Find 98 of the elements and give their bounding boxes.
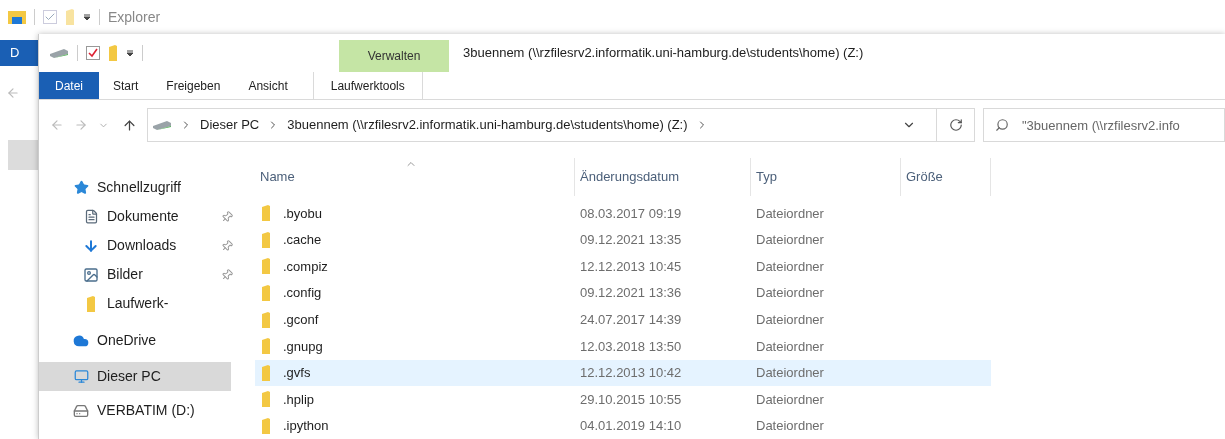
caret-icon[interactable] [83,13,91,21]
folder-icon [261,418,271,435]
file-name: .byobu [283,204,323,223]
context-tab-header: Verwalten [339,40,449,72]
file-row[interactable]: .gnupg 12.03.2018 13:50 Dateiordner [255,332,991,360]
date-cell-text: 12.12.2013 10:45 [579,257,683,276]
folder-icon [261,231,271,248]
file-name: .compiz [283,257,328,276]
file-name: .hplip [283,390,315,409]
type-cell-text: Dateiordner [755,337,825,356]
caret-icon[interactable] [126,49,134,57]
file-row[interactable]: .ipython 04.01.2019 14:10 Dateiordner [255,412,991,439]
properties-icon[interactable] [86,46,100,60]
folder-icon [261,205,271,222]
date-cell-text: 08.03.2017 09:19 [579,204,683,223]
file-row[interactable]: .config 09.12.2021 13:36 Dateiordner [255,279,991,307]
file-row[interactable]: .gvfs 12.12.2013 10:42 Dateiordner [255,359,991,387]
checkmark-icon[interactable] [43,10,57,24]
type-cell-text: Dateiordner [755,284,825,303]
file-name: .config [283,284,322,303]
back-arrow-icon[interactable] [6,86,20,100]
address-bar[interactable]: Dieser PC 3buennem (\\rzfilesrv2.informatik.uni-hamburg.de\students\home) (Z:) [147,108,975,142]
type-cell-text: Dateiordner [755,257,825,276]
file-name: .ipython [283,417,329,436]
pictures-icon [83,266,99,283]
file-row[interactable]: .compiz 12.12.2013 10:45 Dateiordner [255,253,991,280]
file-name: .gvfs [283,364,311,383]
window-title: Explorer [108,7,161,27]
sidebar-item[interactable]: Downloads [49,231,241,260]
date-cell-text: 04.01.2019 14:10 [579,417,683,436]
star-icon [73,180,89,195]
type-cell-text: Dateiordner [755,231,825,250]
folder-icon[interactable] [8,9,26,25]
folder-icon [261,285,271,302]
sidebar-item[interactable]: Dieser PC [39,362,231,391]
sidebar-item[interactable]: VERBATIM (D:) [39,396,231,425]
sidebar-label: Downloads [107,236,178,255]
date-cell-text: 12.12.2013 10:42 [579,364,683,383]
folder-icon [261,391,271,408]
column-header[interactable]: Änderungsdatum [575,158,751,196]
date-cell-text: 24.07.2017 14:39 [579,310,683,329]
type-cell-text: Dateiordner [755,390,825,409]
column-header[interactable]: Name [255,158,575,196]
sidebar-item[interactable]: Schnellzugriff [39,173,231,202]
window-title: 3buennem (\\rzfilesrv2.informatik.uni-hamburg.de\students\home) (Z:) [463,44,864,63]
folder-icon [65,9,75,25]
ribbon-tab[interactable]: Laufwerktools [312,72,423,99]
column-header[interactable]: Größe [901,158,991,196]
refresh-icon [948,118,963,132]
file-name: .gconf [283,310,319,329]
folder-icon [261,338,271,355]
date-cell-text: 09.12.2021 13:36 [579,284,683,303]
sidebar-item[interactable]: Bilder [49,260,241,289]
type-cell-text: Dateiordner [755,204,825,223]
folder-icon [108,45,118,61]
search-field[interactable]: "3buennem (\\rzfilesrv2.info [983,108,1225,142]
date-cell-text: 09.12.2021 13:35 [579,231,683,250]
sidebar-label: VERBATIM (D:) [97,401,196,420]
type-cell-text: Dateiordner [755,310,825,329]
file-name: .gnupg [283,337,323,356]
date-cell-text: 29.10.2015 10:55 [579,390,683,409]
sidebar-highlight [8,140,38,170]
ribbon-tab[interactable]: Freigeben [152,72,235,99]
drive-icon [73,402,89,419]
ribbon-tab[interactable]: Datei [39,72,99,99]
sidebar-label: Dieser PC [97,367,162,386]
breadcrumb[interactable]: Dieser PC [200,115,260,135]
drive-icon [49,48,69,58]
sidebar-label: OneDrive [97,331,158,350]
sidebar-item[interactable]: OneDrive [39,326,231,355]
file-row[interactable]: .byobu 08.03.2017 09:19 Dateiordner [255,200,991,227]
sidebar-label: Schnellzugriff [97,178,182,197]
folder-icon [261,364,271,381]
folder-icon [261,311,271,328]
type-cell-text: Dateiordner [755,417,825,436]
file-name: .cache [283,231,322,250]
type-cell-text: Dateiordner [755,364,825,383]
sidebar-item[interactable]: Laufwerk- [49,289,241,318]
file-row[interactable]: .cache 09.12.2021 13:35 Dateiordner [255,226,991,254]
download-icon [83,237,99,254]
ribbon-tab[interactable]: Start [99,72,153,99]
sidebar-label: Bilder [107,265,144,284]
file-tab[interactable]: D [0,40,38,66]
sidebar-label: Dokumente [107,207,180,226]
folder-icon [261,258,271,275]
sidebar-item[interactable]: Dokumente [49,202,241,231]
ribbon-tab[interactable]: Ansicht [234,72,302,99]
document-icon [83,209,99,224]
folder-icon [86,295,96,312]
file-row[interactable]: .hplip 29.10.2015 10:55 Dateiordner [255,386,991,413]
date-cell-text: 12.03.2018 13:50 [579,337,683,356]
breadcrumb[interactable]: 3buennem (\\rzfilesrv2.informatik.uni-hamburg.de\students\home) (Z:) [287,115,688,135]
drive-icon [152,120,172,130]
monitor-icon [73,369,89,384]
column-header[interactable]: Typ [751,158,901,196]
sidebar-label: Laufwerk- [107,294,170,313]
file-row[interactable]: .gconf 24.07.2017 14:39 Dateiordner [255,306,991,333]
search-icon [995,118,1009,132]
